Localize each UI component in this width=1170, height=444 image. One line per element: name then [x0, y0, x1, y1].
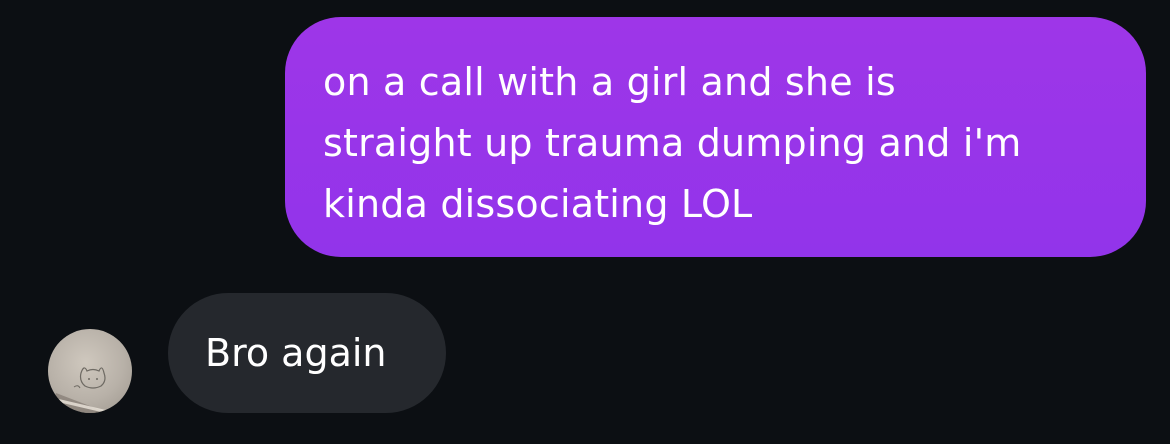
outgoing-message-text: on a call with a girl and she is straigh… — [323, 60, 1022, 226]
contact-avatar[interactable] — [48, 329, 132, 413]
avatar-photo-icon — [48, 367, 113, 413]
outgoing-message-bubble[interactable]: on a call with a girl and she is straigh… — [285, 17, 1146, 257]
chat-thread: on a call with a girl and she is straigh… — [0, 0, 1170, 444]
incoming-message-text: Bro again — [205, 331, 387, 375]
incoming-message-bubble[interactable]: Bro again — [168, 293, 446, 413]
